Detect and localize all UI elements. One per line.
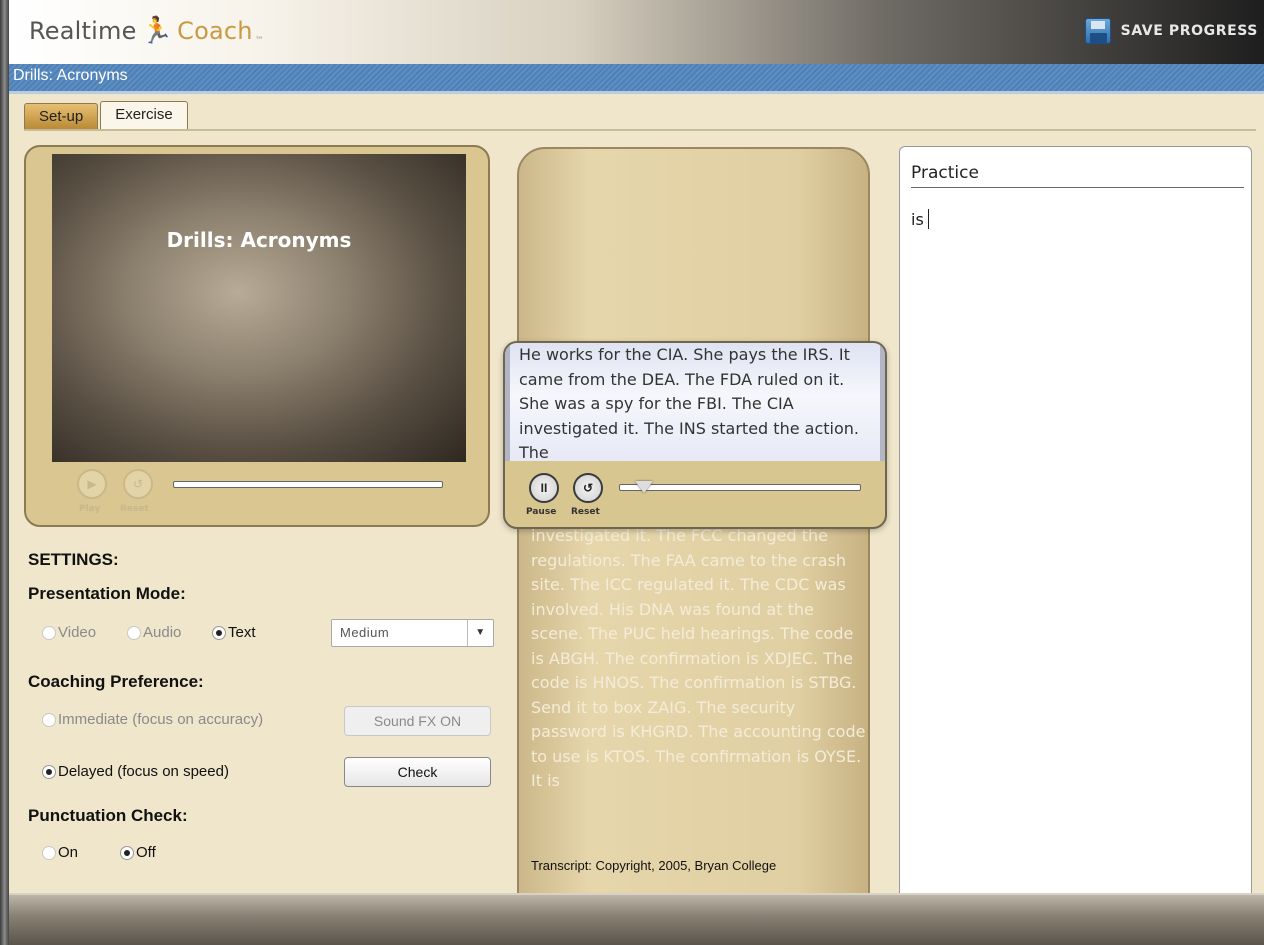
page-title: Drills: Acronyms: [13, 67, 128, 84]
radio-icon: [42, 712, 56, 727]
transcript-reset-label: Reset: [571, 507, 600, 517]
immediate-option-label: Immediate (focus on accuracy): [58, 711, 264, 728]
presentation-mode-audio-radio[interactable]: Audio: [127, 624, 181, 641]
coaching-delayed-radio[interactable]: Delayed (focus on speed): [42, 763, 229, 780]
app-logo: Realtime 🏃 Coach ™: [29, 16, 264, 46]
coaching-immediate-radio[interactable]: Immediate (focus on accuracy): [42, 711, 263, 728]
punctuation-on-radio[interactable]: On: [42, 844, 78, 861]
settings-heading: SETTINGS:: [28, 550, 119, 569]
pause-label: Pause: [526, 507, 557, 517]
presentation-mode-heading: Presentation Mode:: [28, 584, 186, 603]
practice-input[interactable]: is: [911, 209, 929, 229]
video-screen: Drills: Acronyms: [52, 154, 466, 462]
focus-text: He works for the CIA. She pays the IRS. …: [519, 345, 859, 461]
slider-thumb[interactable]: [635, 481, 653, 493]
practice-panel[interactable]: Practice is: [899, 146, 1252, 895]
transcript-faded-text: investigated it. The FCC changed the reg…: [531, 526, 866, 790]
play-icon: ▶: [87, 477, 97, 491]
video-title: Drills: Acronyms: [166, 228, 352, 252]
punctuation-off-label: Off: [136, 844, 156, 861]
presentation-mode-video-radio[interactable]: Video: [42, 624, 96, 641]
logo-trademark: ™: [254, 36, 264, 46]
radio-selected-icon: [120, 845, 134, 860]
video-option-label: Video: [58, 624, 97, 641]
radio-icon: [42, 845, 56, 860]
radio-icon: [42, 625, 56, 640]
pause-button[interactable]: II: [529, 473, 559, 503]
video-progress-track[interactable]: [173, 481, 443, 488]
video-reset-button[interactable]: ↺: [123, 469, 153, 499]
presentation-mode-text-radio[interactable]: Text: [212, 624, 256, 641]
tab-divider: [24, 129, 1256, 131]
reset-icon: ↺: [132, 477, 144, 491]
floppy-disk-icon: [1084, 18, 1111, 44]
transcript-copyright: Transcript: Copyright, 2005, Bryan Colle…: [531, 858, 777, 873]
app-footer: [9, 893, 1264, 945]
radio-icon: [127, 625, 141, 640]
text-option-label: Text: [228, 624, 256, 641]
check-button[interactable]: Check: [344, 757, 491, 787]
speed-select[interactable]: Medium ▼: [331, 619, 494, 647]
logo-figure-icon: 🏃: [140, 16, 174, 46]
tab-exercise[interactable]: Exercise: [100, 101, 188, 129]
punctuation-off-radio[interactable]: Off: [120, 844, 156, 861]
window-left-border: [0, 0, 9, 945]
play-label: Play: [79, 504, 101, 514]
coaching-preference-heading: Coaching Preference:: [28, 672, 204, 691]
logo-text-realtime: Realtime: [29, 17, 137, 45]
save-progress-button[interactable]: SAVE PROGRESS: [1084, 18, 1258, 44]
video-reset-label: Reset: [120, 504, 149, 514]
pause-icon: II: [540, 481, 548, 495]
tab-setup[interactable]: Set-up: [24, 103, 99, 129]
page-title-bar: Drills: Acronyms: [9, 64, 1264, 94]
tab-bar: Set-up Exercise: [24, 101, 188, 129]
transcript-focus-box: He works for the CIA. She pays the IRS. …: [503, 341, 887, 529]
focus-text-window: He works for the CIA. She pays the IRS. …: [505, 343, 885, 461]
delayed-option-label: Delayed (focus on speed): [58, 763, 229, 780]
practice-typed-text: is: [911, 210, 924, 229]
audio-option-label: Audio: [143, 624, 182, 641]
transcript-speed-track[interactable]: [619, 484, 861, 491]
play-button[interactable]: ▶: [77, 469, 107, 499]
punctuation-check-heading: Punctuation Check:: [28, 806, 188, 825]
logo-text-coach: Coach: [177, 17, 253, 45]
radio-selected-icon: [212, 625, 226, 640]
text-caret: [927, 209, 929, 229]
speed-select-value: Medium: [340, 625, 390, 640]
video-panel: Drills: Acronyms ▶ Play ↺ Reset: [24, 145, 490, 527]
punctuation-on-label: On: [58, 844, 79, 861]
sound-fx-button[interactable]: Sound FX ON: [344, 706, 491, 736]
practice-title: Practice: [911, 163, 1244, 188]
save-progress-label: SAVE PROGRESS: [1120, 23, 1258, 39]
transcript-reset-button[interactable]: ↺: [573, 473, 603, 503]
dropdown-arrow-icon[interactable]: ▼: [467, 620, 493, 646]
app-header: Realtime 🏃 Coach ™ SAVE PROGRESS: [9, 0, 1264, 64]
radio-selected-icon: [42, 764, 56, 779]
reset-icon: ↺: [582, 481, 594, 495]
